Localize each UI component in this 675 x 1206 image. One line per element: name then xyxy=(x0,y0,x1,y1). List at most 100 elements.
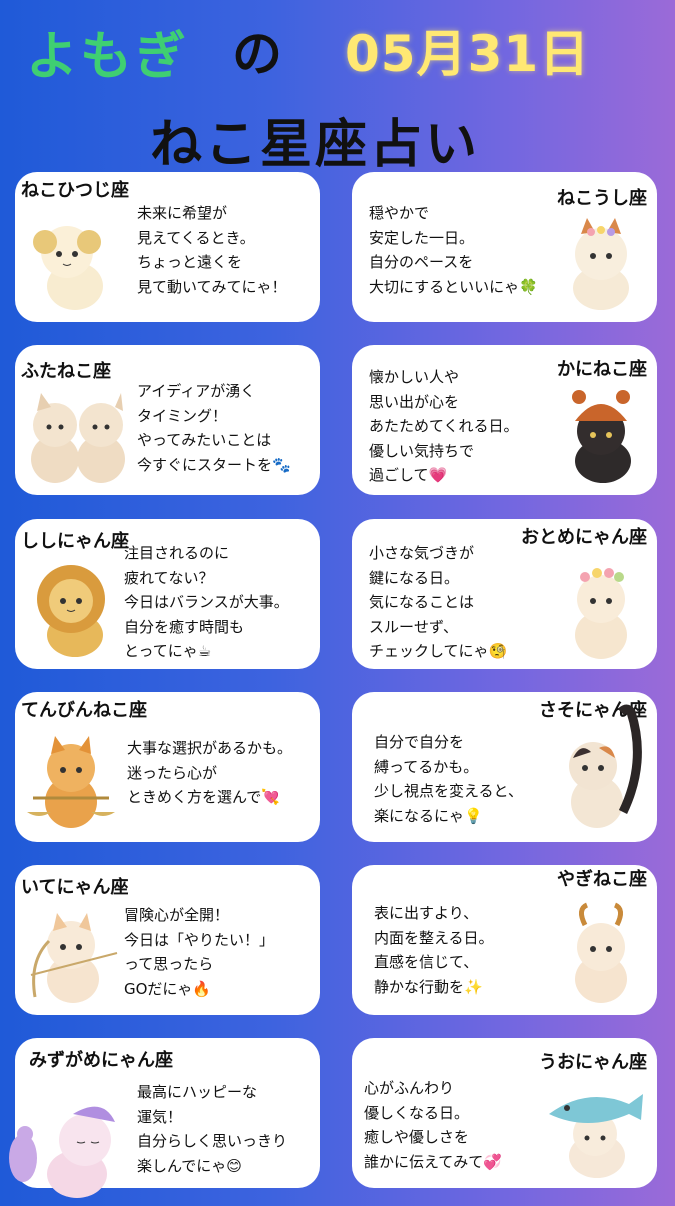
fortune-message: 冒険心が全開！ 今日は「やりたい！」 って思ったら GOだにゃ🔥 xyxy=(124,903,274,1001)
fish-hat-cat-illustration xyxy=(537,1074,649,1178)
card-leo: ししにゃん座 注目されるのに 疲れてない？ 今日はバランスが大事。 自分を癒す時間もと… xyxy=(15,519,320,669)
fortune-line: 注目されるのに xyxy=(124,544,230,562)
fortune-line: 安定した一日。 xyxy=(369,228,475,247)
fortune-line: 運気！ xyxy=(137,1107,183,1126)
sign-name: かにねこ座 xyxy=(557,359,647,380)
fortune-line: アイディアが湧く xyxy=(137,382,256,400)
card-virgo: おとめにゃん座 小さな気づきが 鍵になる日。 気になることは スルーせず、チェックして… xyxy=(352,519,657,669)
ram-cat-illustration xyxy=(23,208,121,312)
card-capricorn: やぎねこ座 表に出すより、 内面を整える日。 直感を信じて、 静かな行動を✨ xyxy=(352,865,657,1015)
fortune-line: ときめく方を選んで💘 xyxy=(127,788,280,806)
flower-crown-cat-illustration xyxy=(551,555,649,659)
fortune-line: 縛ってるかも。 xyxy=(374,757,479,776)
sign-name: みずがめにゃん座 xyxy=(29,1050,173,1071)
crab-hat-cat-illustration xyxy=(551,381,649,485)
fortune-line: 気になることは xyxy=(369,593,475,611)
fortune-line: 静かな行動を✨ xyxy=(374,977,483,996)
card-libra: てんびんねこ座 大事な選択があるかも。 迷ったら心がときめく方を選んで💘 xyxy=(15,692,320,842)
fortune-line: 優しい気持ちで xyxy=(369,441,475,460)
fortune-message: 注目されるのに 疲れてない？ 今日はバランスが大事。 自分を癒す時間も とってにゃ☕ xyxy=(124,541,289,664)
fortune-line: 表に出すより、 xyxy=(374,904,479,922)
fortune-line: 自分らしく思いっきり xyxy=(137,1132,288,1150)
fortune-line: 迷ったら心が xyxy=(127,763,218,782)
fortune-message: 懐かしい人や 思い出が心をあたためてくれる日。 優しい気持ちで 過ごして💗 xyxy=(369,365,519,488)
fortune-line: 楽になるにゃ💡 xyxy=(374,806,483,825)
fortune-line: あたためてくれる日。 xyxy=(369,417,519,435)
fortune-line: 自分を癒す時間も xyxy=(124,617,245,636)
sign-name: いてにゃん座 xyxy=(21,877,129,898)
fortune-message: 心がふんわり 優しくなる日。 癒しや優しさを誰かに伝えてみて💞 xyxy=(364,1076,502,1174)
twin-cats-illustration xyxy=(23,381,135,485)
fortune-line: タイミング！ xyxy=(137,406,228,425)
page-title: ねこ星座占い xyxy=(150,115,481,175)
date-label: 05月31日 xyxy=(345,25,591,83)
card-aries: ねこひつじ座 未来に希望が見えてくるとき。 ちょっと遠くを見て動いてみてにゃ！ xyxy=(15,172,320,322)
fortune-line: ちょっと遠くを xyxy=(137,253,243,271)
card-pisces: うおにゃん座 心がふんわり 優しくなる日。 癒しや優しさを誰かに伝えてみて💞 xyxy=(352,1038,657,1188)
brand-title: よもぎ xyxy=(26,27,189,87)
fortune-line: 過ごして💗 xyxy=(369,466,448,484)
calico-cat-flower-illustration xyxy=(551,208,649,312)
fortune-line: チェックしてにゃ🧐 xyxy=(369,642,508,660)
fortune-line: やってみたいことは xyxy=(137,431,272,449)
sign-name: ねこうし座 xyxy=(557,188,647,209)
fortune-line: 自分で自分を xyxy=(374,733,465,751)
fortune-line: 内面を整える日。 xyxy=(374,928,494,947)
fortune-line: 小さな気づきが xyxy=(369,544,475,562)
card-gemini: ふたねこ座 アイディアが湧く タイミング！ やってみたいことは今すぐにスタートを🐾 xyxy=(15,345,320,495)
fortune-line: 少し視点を変えると、 xyxy=(374,782,523,800)
sign-name: おとめにゃん座 xyxy=(521,527,647,548)
fortune-line: 今日は「やりたい！」 xyxy=(124,930,275,949)
archer-cat-illustration xyxy=(23,901,121,1005)
sign-name: ねこひつじ座 xyxy=(21,180,129,201)
brand-particle: の xyxy=(232,25,282,83)
sign-name: やぎねこ座 xyxy=(557,869,647,890)
card-cancer: かにねこ座 懐かしい人や 思い出が心をあたためてくれる日。 優しい気持ちで 過ごして💗 xyxy=(352,345,657,495)
fortune-line: 鍵になる日。 xyxy=(369,568,460,587)
fortune-line: って思ったら xyxy=(124,955,214,973)
fortune-line: 誰かに伝えてみて💞 xyxy=(364,1152,502,1171)
fortune-message: 表に出すより、 内面を整える日。 直感を信じて、 静かな行動を✨ xyxy=(374,901,494,999)
card-sagittarius: いてにゃん座 冒険心が全開！ 今日は「やりたい！」 って思ったら GOだにゃ🔥 xyxy=(15,865,320,1015)
fortune-line: 見て動いてみてにゃ！ xyxy=(137,277,287,296)
fortune-line: 大切にするといいにゃ🍀 xyxy=(369,277,538,296)
fortune-line: 思い出が心を xyxy=(369,392,460,411)
fortune-message: 最高にハッピーな 運気！ 自分らしく思いっきり 楽しんでにゃ😊 xyxy=(137,1080,287,1178)
fortune-message: 小さな気づきが 鍵になる日。 気になることは スルーせず、チェックしてにゃ🧐 xyxy=(369,541,507,664)
sign-name: ししにゃん座 xyxy=(21,531,129,552)
fortune-message: 自分で自分を 縛ってるかも。少し視点を変えると、 楽になるにゃ💡 xyxy=(374,730,523,828)
fortune-line: 優しくなる日。 xyxy=(364,1103,470,1122)
fortune-line: 今すぐにスタートを🐾 xyxy=(137,455,291,474)
fortune-line: 懐かしい人や xyxy=(369,368,460,386)
fortune-line: 見えてくるとき。 xyxy=(137,228,255,247)
scorpion-tail-cat-illustration xyxy=(551,702,649,832)
water-bearer-cat-illustration xyxy=(3,1092,133,1198)
fortune-line: スルーせず、 xyxy=(369,617,458,636)
card-aquarius: みずがめにゃん座 最高にハッピーな 運気！ 自分らしく思いっきり 楽しんでにゃ😊 xyxy=(9,1038,320,1198)
fortune-line: 今日はバランスが大事。 xyxy=(124,593,289,611)
fortune-line: 大事な選択があるかも。 xyxy=(127,739,293,757)
sign-name: ふたねこ座 xyxy=(21,361,111,382)
fortune-message: アイディアが湧く タイミング！ やってみたいことは今すぐにスタートを🐾 xyxy=(137,379,291,477)
fortune-line: 楽しんでにゃ😊 xyxy=(137,1156,242,1175)
fortune-line: 癒しや優しさを xyxy=(364,1128,469,1146)
fortune-line: 未来に希望が xyxy=(137,204,228,222)
fortune-line: 心がふんわり xyxy=(364,1079,455,1097)
fortune-line: 穏やかで xyxy=(369,204,430,222)
fortune-line: 疲れてない？ xyxy=(124,568,214,587)
fortune-message: 大事な選択があるかも。 迷ったら心がときめく方を選んで💘 xyxy=(127,736,292,810)
fortune-line: 最高にハッピーな xyxy=(137,1083,258,1101)
fortune-line: 自分のペースを xyxy=(369,253,474,271)
lion-cat-illustration xyxy=(23,555,121,659)
fortune-message: 未来に希望が見えてくるとき。 ちょっと遠くを見て動いてみてにゃ！ xyxy=(137,201,287,299)
fortune-line: GOだにゃ🔥 xyxy=(124,979,212,998)
fortune-line: 直感を信じて、 xyxy=(374,953,479,971)
fortune-line: とってにゃ☕ xyxy=(124,642,212,660)
goat-horn-cat-illustration xyxy=(551,901,649,1005)
card-taurus: ねこうし座 穏やかで安定した一日。 自分のペースを大切にするといいにゃ🍀 xyxy=(352,172,657,322)
scale-cat-illustration xyxy=(23,728,121,832)
sign-name: うおにゃん座 xyxy=(539,1052,647,1073)
card-scorpio: さそにゃん座 自分で自分を 縛ってるかも。 少し視点を変えると、 楽になるにゃ💡 xyxy=(352,692,657,842)
fortune-line: 冒険心が全開！ xyxy=(124,906,230,924)
sign-name: てんびんねこ座 xyxy=(21,700,147,721)
